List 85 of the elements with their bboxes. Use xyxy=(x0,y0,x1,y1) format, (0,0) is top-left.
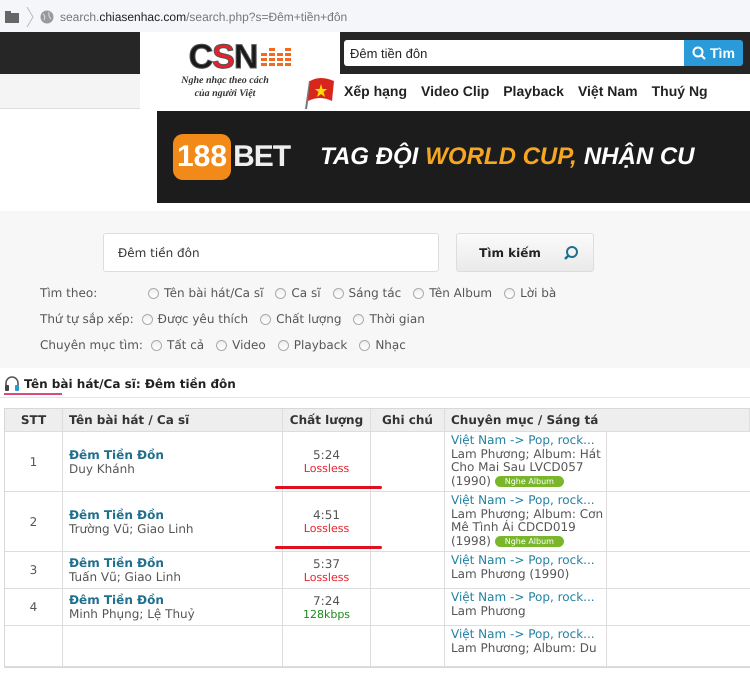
option-label: Tìm theo: xyxy=(40,286,98,300)
flag-icon xyxy=(302,75,336,111)
category-link[interactable]: Việt Nam -> Pop, rock... xyxy=(451,434,606,448)
banner-headline: TAG ĐỘI WORLD CUP, NHẬN CU xyxy=(320,143,695,171)
column-header: Ghi chú xyxy=(371,409,445,431)
song-details: Lam Phương; Album: Cơn Mê Tình Ái CDCD019 (1998) Nghe Album xyxy=(451,508,604,548)
quality-label: 128kbps xyxy=(302,608,350,620)
category-link[interactable]: Việt Nam -> Pop, rock... xyxy=(451,628,606,642)
category-link[interactable]: Việt Nam -> Pop, rock... xyxy=(451,494,606,508)
quality-label: Lossless xyxy=(304,462,350,475)
row-number: 4 xyxy=(28,600,38,614)
song-title-link[interactable]: Đêm Tiền Đồn xyxy=(69,448,276,462)
radio-label[interactable]: Playback xyxy=(294,338,348,352)
artist-name: Tuấn Vũ; Giao Linh xyxy=(69,570,182,584)
column-header: Tên bài hát / Ca sĩ xyxy=(63,409,283,431)
song-details: Lam Phương; Album: Hát Cho Mai Sau LVCD057 (1990) Nghe Album xyxy=(451,448,602,488)
song-title-link[interactable]: Đêm Tiền Đồn xyxy=(69,556,276,570)
nav-link[interactable]: Xếp hạng xyxy=(344,83,408,99)
radio-label[interactable]: Thời gian xyxy=(369,312,425,326)
nav-link[interactable]: Việt Nam xyxy=(578,83,638,99)
row-number: 1 xyxy=(28,454,38,468)
radio-button[interactable] xyxy=(216,340,228,350)
chevron-icon xyxy=(26,6,34,28)
radio-label[interactable]: Lời bà xyxy=(520,286,556,300)
duration-text: 7:24 xyxy=(313,594,340,608)
option-label: Thứ tự sắp xếp: xyxy=(40,312,134,326)
option-label: Chuyên mục tìm: xyxy=(40,338,143,352)
radio-label[interactable]: Được yêu thích xyxy=(158,312,248,326)
radio-button[interactable] xyxy=(148,288,159,298)
radio-label[interactable]: Video xyxy=(232,338,266,352)
category-link[interactable]: Việt Nam -> Pop, rock... xyxy=(451,591,606,604)
row-number: 2 xyxy=(28,514,38,528)
radio-button[interactable] xyxy=(413,288,424,298)
search-button[interactable]: Tìm kiếm xyxy=(456,233,594,272)
artist-name: Trường Vũ; Giao Linh xyxy=(69,522,195,536)
site-logo[interactable]: CSN xyxy=(188,42,258,72)
nav-link[interactable]: Thuý Ng xyxy=(652,83,708,99)
artist-name: Duy Khánh xyxy=(69,462,136,476)
radio-button[interactable] xyxy=(353,314,364,324)
logo-tagline: Nghe nhạc theo cách của người Việt xyxy=(181,74,269,100)
radio-label[interactable]: Tên bài hát/Ca sĩ xyxy=(164,286,264,300)
address-url[interactable]: search.chiasenhac.com/search.php?s=Đêm+tiền+đôn xyxy=(60,10,348,24)
song-title-link[interactable]: Đêm Tiền Đồn xyxy=(69,593,276,607)
column-header: Chất lượng xyxy=(283,409,371,431)
song-details: Lam Phương; Album: Du xyxy=(451,642,598,655)
radio-label[interactable]: Ca sĩ xyxy=(291,286,321,300)
radio-button[interactable] xyxy=(359,340,370,350)
radio-button[interactable] xyxy=(278,340,289,350)
duration-text: 5:24 xyxy=(313,448,340,462)
radio-button[interactable] xyxy=(332,288,344,298)
radio-button[interactable] xyxy=(260,314,272,324)
quality-label: Lossless xyxy=(304,570,350,584)
ad-banner[interactable]: 188 BET TAG ĐỘI WORLD CUP, NHẬN CU xyxy=(157,111,750,203)
nav-link[interactable]: Video Clip xyxy=(421,83,490,99)
duration-text: 4:51 xyxy=(313,508,340,522)
radio-button[interactable] xyxy=(275,288,286,298)
headphones-icon xyxy=(4,376,20,391)
radio-button[interactable] xyxy=(150,340,162,350)
quality-label: Lossless xyxy=(304,522,350,535)
category-link[interactable]: Việt Nam -> Pop, rock... xyxy=(451,554,606,568)
results-tab[interactable]: Tên bài hát/Ca sĩ: Đêm tiền đôn xyxy=(4,376,236,395)
song-title-link[interactable]: Đêm Tiền Đồn xyxy=(69,508,276,522)
radio-button[interactable] xyxy=(504,288,516,298)
radio-label[interactable]: Chất lượng xyxy=(276,312,342,326)
artist-name: Minh Phụng; Lệ Thuỷ xyxy=(69,607,196,621)
radio-label[interactable]: Tất cả xyxy=(166,338,204,352)
radio-label[interactable]: Sáng tác xyxy=(348,286,402,300)
radio-label[interactable]: Tên Album xyxy=(429,286,492,300)
search-icon xyxy=(692,46,706,60)
song-details: Lam Phương (1990) xyxy=(451,568,570,581)
globe-icon xyxy=(40,10,54,24)
search-icon xyxy=(562,244,579,260)
duration-text: 5:37 xyxy=(313,556,340,570)
column-header: STT xyxy=(5,409,63,431)
radio-button[interactable] xyxy=(142,314,153,324)
search-field[interactable]: Đêm tiền đôn xyxy=(344,40,684,66)
nav-link[interactable]: Playback xyxy=(503,83,564,99)
song-details: Lam Phương xyxy=(451,604,527,618)
page-icon[interactable] xyxy=(4,10,20,24)
radio-label[interactable]: Nhạc xyxy=(375,338,406,352)
brand-logo: 188 BET xyxy=(173,122,290,192)
search-field[interactable]: Đêm tiền đôn xyxy=(103,233,439,272)
column-header: Chuyên mục / Sáng tá xyxy=(445,409,750,431)
row-number: 3 xyxy=(28,563,38,577)
equalizer-icon xyxy=(261,47,292,67)
